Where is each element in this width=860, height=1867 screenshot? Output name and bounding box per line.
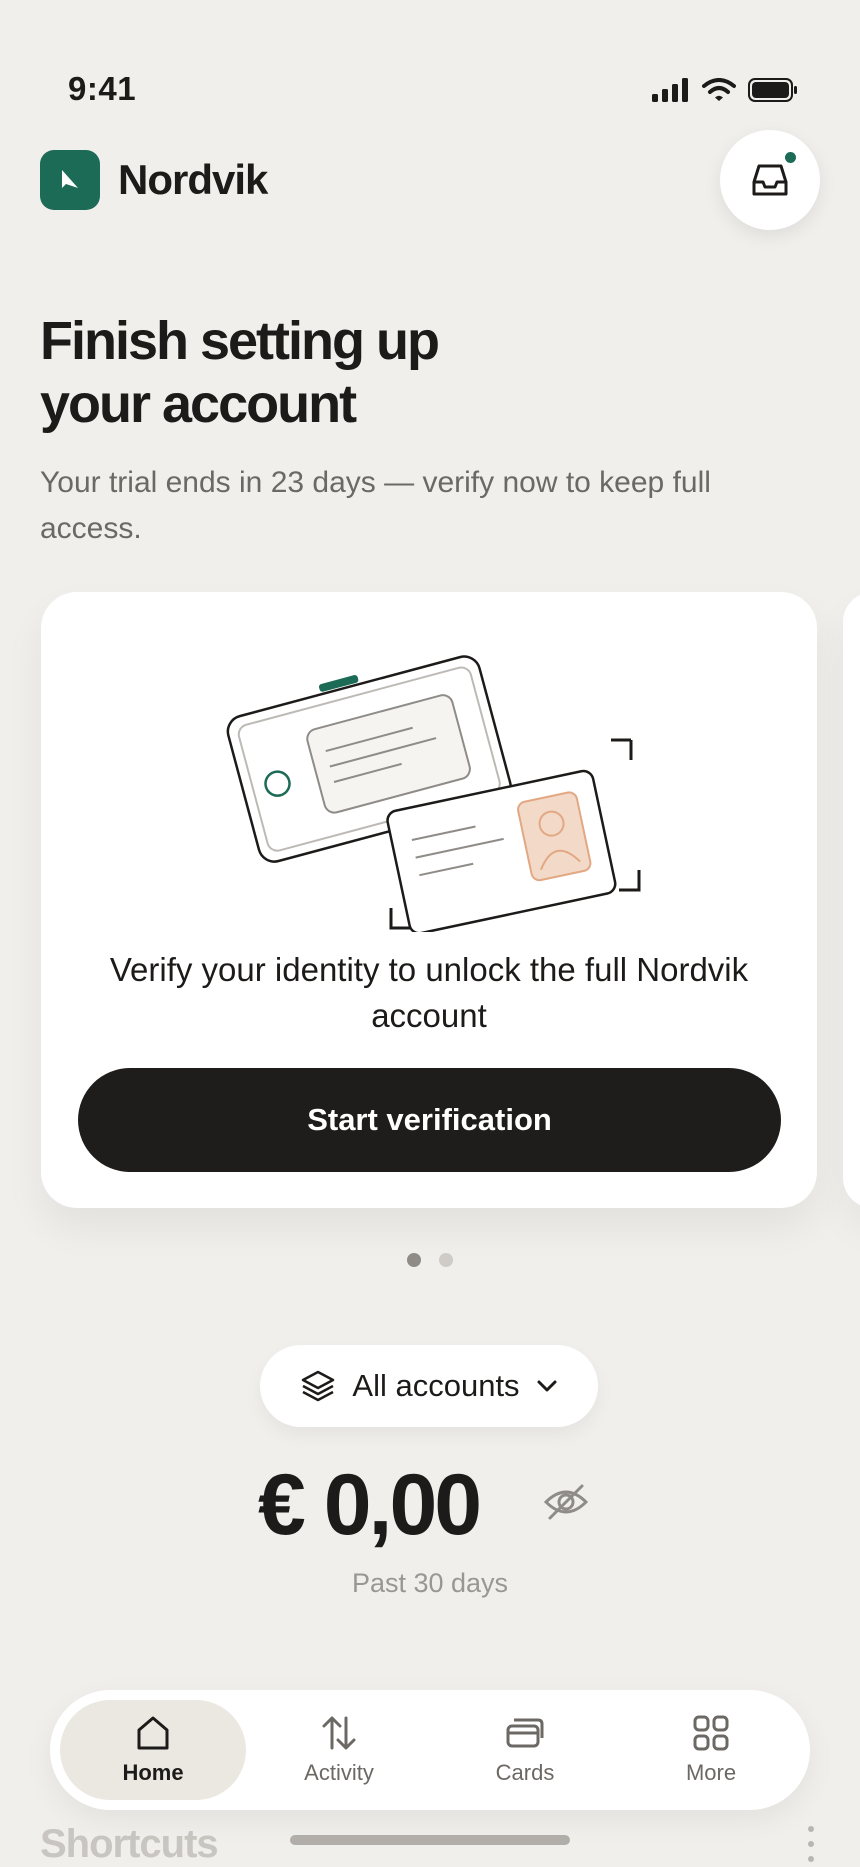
tab-cards-label: Cards bbox=[495, 1760, 555, 1785]
tab-cards[interactable]: Cards bbox=[432, 1700, 618, 1800]
activity-icon bbox=[322, 1716, 356, 1750]
inbox-icon bbox=[752, 164, 788, 196]
bottom-tab-bar: Home Activity Cards More bbox=[50, 1690, 810, 1810]
tab-home[interactable]: Home bbox=[60, 1700, 246, 1800]
verification-message: Verify your identity to unlock the full … bbox=[109, 951, 749, 1034]
status-time: 9:41 bbox=[68, 70, 137, 107]
start-verification-button[interactable]: Start verification bbox=[78, 1068, 781, 1172]
shortcuts-menu-icon[interactable] bbox=[808, 1826, 814, 1862]
home-indicator bbox=[290, 1835, 570, 1845]
page-title: Finish setting up your account bbox=[40, 311, 440, 434]
verification-card: Verify your identity to unlock the full … bbox=[41, 592, 817, 1208]
grid-icon bbox=[693, 1715, 729, 1751]
cards-icon bbox=[506, 1718, 544, 1748]
hide-balance-icon[interactable] bbox=[542, 1480, 590, 1524]
next-card-peek[interactable] bbox=[843, 592, 860, 1208]
account-selector[interactable]: All accounts bbox=[260, 1345, 598, 1427]
notification-dot bbox=[783, 150, 798, 165]
page-subtitle: Your trial ends in 23 days — verify now … bbox=[40, 466, 711, 545]
tab-more-label: More bbox=[685, 1760, 737, 1785]
chevron-down-icon bbox=[537, 1380, 557, 1392]
wifi-icon bbox=[702, 78, 736, 101]
tab-home-label: Home bbox=[122, 1760, 184, 1785]
status-icons bbox=[652, 78, 798, 102]
inbox-button[interactable] bbox=[720, 130, 820, 230]
id-document-illustration bbox=[226, 655, 641, 932]
signal-icon bbox=[652, 78, 688, 102]
tab-more[interactable]: More bbox=[618, 1700, 804, 1800]
app-name: Nordvik bbox=[118, 156, 268, 203]
tab-activity-label: Activity bbox=[304, 1760, 374, 1785]
account-selector-label: All accounts bbox=[352, 1368, 520, 1403]
shortcuts-title: Shortcuts bbox=[40, 1822, 219, 1866]
carousel-dot[interactable] bbox=[439, 1253, 453, 1267]
battery-icon bbox=[748, 78, 797, 102]
app-logo bbox=[40, 150, 100, 210]
tab-activity[interactable]: Activity bbox=[246, 1700, 432, 1800]
home-icon bbox=[137, 1716, 169, 1750]
layers-icon bbox=[302, 1370, 335, 1402]
balance-amount: € 0,00 bbox=[258, 1457, 482, 1553]
carousel-pagination bbox=[0, 1253, 860, 1267]
logo-mark-icon bbox=[62, 170, 78, 188]
carousel-dot-active[interactable] bbox=[407, 1253, 421, 1267]
balance-period: Past 30 days bbox=[351, 1568, 509, 1598]
